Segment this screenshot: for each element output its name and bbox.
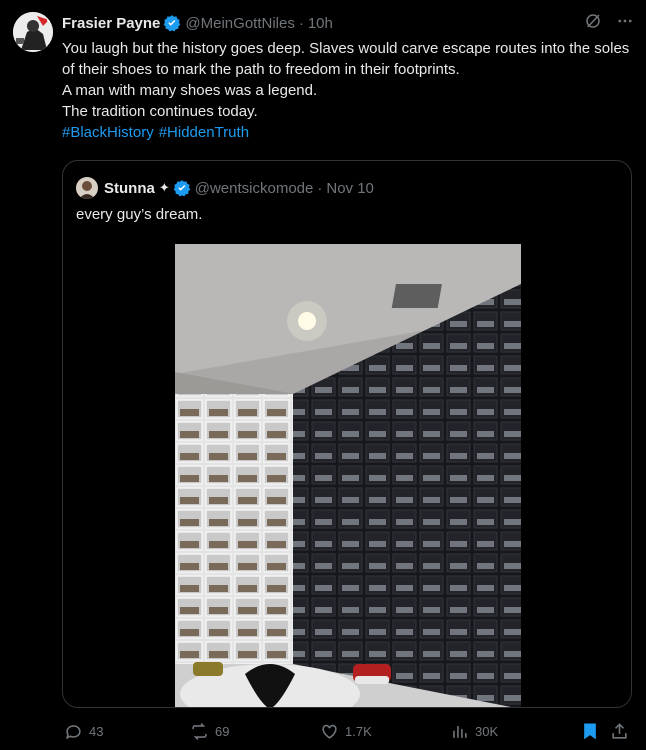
quoted-tweet-text: every guy’s dream.: [76, 206, 203, 223]
bookmark-button[interactable]: [580, 721, 600, 741]
repost-icon: [192, 722, 207, 740]
hashtag-row: #BlackHistory #HiddenTruth: [62, 122, 634, 143]
quoted-author-avatar[interactable]: [76, 177, 98, 199]
tweet-actions: 43 69 1.7K 30K: [62, 720, 634, 742]
verified-badge-icon: [173, 179, 191, 197]
author-name[interactable]: Frasier Payne: [62, 15, 160, 32]
heart-icon: [322, 724, 337, 739]
separator-dot: ·: [317, 179, 323, 197]
bookmark-icon: [584, 723, 596, 740]
tweet-time[interactable]: 10h: [308, 15, 333, 32]
repost-count: 69: [215, 723, 230, 739]
star-icon: ✦: [158, 180, 170, 195]
author-avatar[interactable]: [13, 12, 53, 52]
reply-count: 43: [89, 723, 104, 739]
share-icon: [612, 722, 627, 739]
quoted-author-name[interactable]: Stunna: [104, 180, 155, 197]
like-count: 1.7K: [345, 723, 372, 739]
quoted-tweet-photo[interactable]: [175, 244, 521, 707]
reply-icon: [65, 724, 81, 739]
tweet[interactable]: Frasier Payne @MeinGottNiles · 10h You l…: [0, 0, 646, 750]
more-icon[interactable]: [616, 12, 634, 34]
like-button[interactable]: 1.7K: [320, 722, 372, 741]
tweet-line: A man with many shoes was a legend.: [62, 82, 318, 99]
repost-button[interactable]: 69: [190, 722, 229, 741]
quoted-tweet[interactable]: Stunna ✦ @wentsickomode · Nov 10 every g…: [62, 160, 632, 708]
tweet-text: You laugh but the history goes deep. Sla…: [62, 38, 634, 143]
tweet-line: The tradition continues today.: [62, 103, 258, 120]
analytics-icon: [453, 725, 467, 738]
tweet-line: You laugh but the history goes deep. Sla…: [62, 40, 630, 78]
tweet-header: Frasier Payne @MeinGottNiles · 10h: [62, 12, 634, 34]
verified-badge-icon: [163, 14, 181, 32]
view-count: 30K: [475, 723, 499, 739]
grok-icon[interactable]: [584, 12, 602, 34]
reply-button[interactable]: 43: [64, 722, 103, 741]
share-button[interactable]: [610, 722, 629, 741]
hashtag-link[interactable]: #HiddenTruth: [159, 124, 249, 141]
views-button[interactable]: 30K: [450, 722, 498, 741]
hashtag-link[interactable]: #BlackHistory: [62, 124, 154, 141]
separator-dot: ·: [298, 14, 304, 32]
quoted-tweet-date[interactable]: Nov 10: [326, 180, 374, 197]
author-handle[interactable]: @MeinGottNiles: [185, 15, 294, 32]
quoted-author-handle[interactable]: @wentsickomode: [195, 180, 314, 197]
quoted-tweet-header: Stunna ✦ @wentsickomode · Nov 10: [76, 177, 374, 199]
